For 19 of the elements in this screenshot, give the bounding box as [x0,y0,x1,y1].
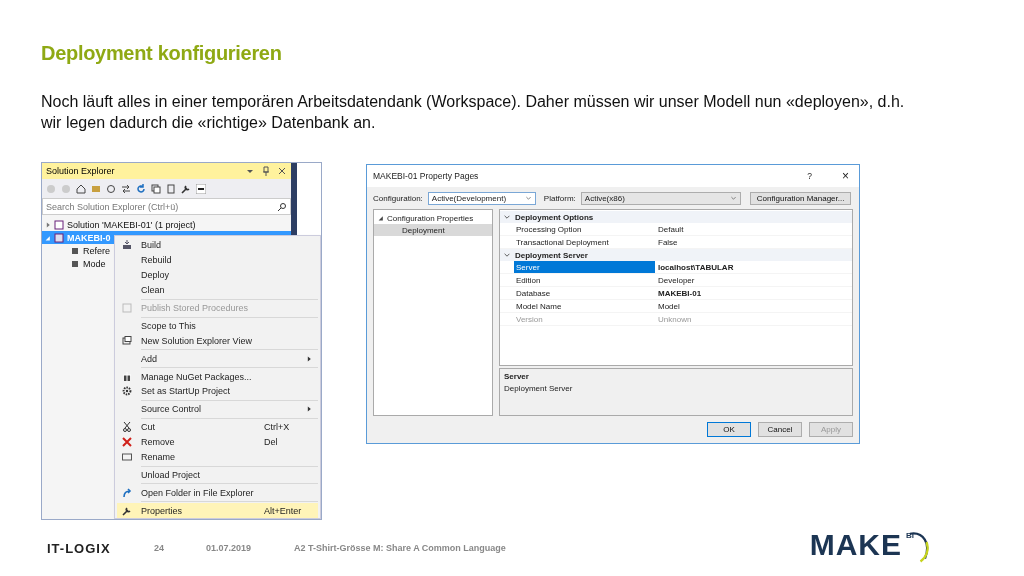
dialog-title: MAKEBI-01 Property Pages [373,171,480,181]
footer-subject: A2 T-Shirt-Grösse M: Share A Common Language [294,543,506,553]
property-value: False [657,237,678,247]
slide-title: Deployment konfigurieren [41,42,283,65]
property-value: Developer [657,275,695,285]
property-value: Model [657,301,680,311]
panel-title: Solution Explorer [46,166,115,176]
property-value: localhost\TABULAR [657,262,734,272]
description-text: Deployment Server [504,384,574,393]
company-logo: IT-LOGIX [47,540,112,556]
slide-text: Noch läuft alles in einer temporären Arbeitsdatendank (Workspace). Daher müssen wir unser Modell nun «deployen», d.h. wir legen dadurch die «richtige» Datenbank an. [41,92,906,133]
property-value: Default [657,224,684,234]
property-value: MAKEBI-01 [657,288,702,298]
configuration-label: Configuration: [373,194,423,203]
footer-date: 01.07.2019 [206,543,253,553]
property-value: Unknown [657,314,692,324]
platform-label: Platform: [543,194,576,203]
description-title: Server [504,372,530,381]
page-number: 24 [154,543,165,553]
